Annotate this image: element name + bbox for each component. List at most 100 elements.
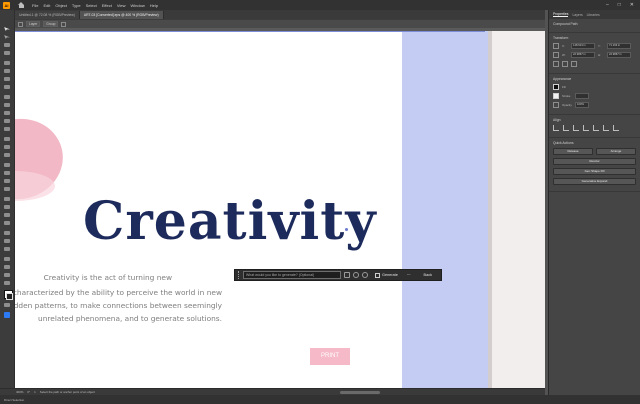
lavender-panel-artwork[interactable]: [402, 31, 488, 388]
shaper-tool-icon[interactable]: [3, 136, 11, 142]
w-field[interactable]: 22.9867 in: [571, 52, 595, 58]
more-options-icon[interactable]: ···: [407, 272, 411, 278]
reference-point-icon[interactable]: [553, 43, 559, 49]
menu-effect[interactable]: Effect: [102, 3, 112, 8]
align-bottom-icon[interactable]: [603, 125, 609, 131]
menu-edit[interactable]: Edit: [43, 3, 50, 8]
width-tool-icon[interactable]: [3, 178, 11, 184]
align-left-icon[interactable]: [553, 125, 559, 131]
graph-tool-icon[interactable]: [3, 264, 11, 270]
curvature-tool-icon[interactable]: [3, 102, 11, 108]
minimize-icon[interactable]: –: [606, 2, 609, 8]
symbol-sprayer-icon[interactable]: [3, 256, 11, 262]
generate-prompt-input[interactable]: What would you like to generate? (Option…: [243, 271, 341, 279]
polygon-tool-icon[interactable]: [3, 84, 11, 90]
next-artboard[interactable]: [488, 31, 545, 388]
blob-brush-icon[interactable]: [3, 126, 11, 132]
perspective-grid-icon[interactable]: [3, 212, 11, 218]
stroke-weight-field[interactable]: [575, 93, 589, 99]
x-field[interactable]: 148.913 in: [571, 43, 595, 49]
rotate-tool-icon[interactable]: [3, 162, 11, 168]
artboard-number[interactable]: 1: [34, 390, 36, 394]
scale-tool-icon[interactable]: [3, 170, 11, 176]
sample-prompts-icon[interactable]: [353, 272, 359, 278]
menu-type[interactable]: Type: [72, 3, 81, 8]
flip-horizontal-icon[interactable]: [562, 61, 568, 67]
rotation-angle[interactable]: 0°: [27, 390, 30, 394]
eraser-tool-icon[interactable]: [3, 144, 11, 150]
tab-libraries[interactable]: Libraries: [587, 13, 600, 17]
release-button[interactable]: Release: [553, 148, 593, 155]
opacity-field[interactable]: 100%: [575, 102, 589, 108]
home-icon[interactable]: [18, 1, 25, 9]
align-hcenter-icon[interactable]: [563, 125, 569, 131]
anchor-point[interactable]: [345, 228, 348, 231]
free-transform-icon[interactable]: [3, 186, 11, 192]
constrain-icon[interactable]: [553, 52, 559, 58]
direct-selection-tool-icon[interactable]: [3, 34, 11, 40]
edit-toolbar-icon[interactable]: [3, 312, 11, 318]
hand-tool-icon[interactable]: [3, 280, 11, 286]
print-button-artwork[interactable]: PRINT: [310, 348, 350, 365]
style-reference-icon[interactable]: [344, 272, 350, 278]
maximize-icon[interactable]: □: [618, 2, 621, 8]
align-top-icon[interactable]: [583, 125, 589, 131]
arrange-button[interactable]: Arrange: [596, 148, 636, 155]
tab-properties[interactable]: Properties: [553, 12, 569, 17]
body-text-line-4[interactable]: unrelated phenomena, and to generate sol…: [38, 314, 222, 323]
settings-icon[interactable]: [362, 272, 368, 278]
artboard-tool-icon[interactable]: [3, 60, 11, 66]
menu-select[interactable]: Select: [86, 3, 97, 8]
opacity-label[interactable]: Opacity: [562, 103, 572, 107]
stroke-label[interactable]: Stroke: [562, 94, 572, 98]
scissors-tool-icon[interactable]: [3, 152, 11, 158]
selection-tool-icon[interactable]: [3, 26, 11, 32]
body-text-line-2[interactable]: Creativity is characterized by the abili…: [15, 288, 222, 297]
back-button[interactable]: Back: [424, 273, 432, 277]
menu-object[interactable]: Object: [55, 3, 67, 8]
zoom-level[interactable]: 400%: [16, 390, 23, 394]
tab-layers[interactable]: Layers: [572, 13, 582, 17]
menu-view[interactable]: View: [117, 3, 126, 8]
document-canvas[interactable]: Creativity Creativity is the act of turn…: [15, 28, 545, 388]
drag-handle-icon[interactable]: [238, 271, 240, 279]
rotate-icon[interactable]: [553, 61, 559, 67]
y-field[interactable]: 71.163 in: [607, 43, 631, 49]
align-right-icon[interactable]: [573, 125, 579, 131]
gen-shape-fill-button[interactable]: Gen Shape Fill: [553, 168, 636, 175]
magic-wand-icon[interactable]: [3, 42, 11, 48]
menu-window[interactable]: Window: [130, 3, 144, 8]
rectangle-tool-icon[interactable]: [3, 68, 11, 74]
crumb-group[interactable]: Group: [43, 21, 59, 27]
body-text-line-1[interactable]: Creativity is the act of turning new: [44, 273, 172, 282]
tab-art-03[interactable]: ART-03 [Converted].eps @ 400 % (RGB/Prev…: [79, 11, 164, 19]
horizontal-scrollbar[interactable]: [340, 391, 380, 394]
align-more-icon[interactable]: [613, 125, 619, 131]
slice-tool-icon[interactable]: [3, 272, 11, 278]
gradient-tool-icon[interactable]: [3, 230, 11, 236]
fill-stroke-swatch[interactable]: [3, 290, 13, 300]
lasso-icon[interactable]: [3, 50, 11, 56]
pen-tool-icon[interactable]: [3, 94, 11, 100]
creativity-headline[interactable]: Creativity: [83, 196, 377, 248]
eyedropper-tool-icon[interactable]: [3, 238, 11, 244]
crumb-layer[interactable]: Layer: [26, 21, 41, 27]
live-paint-icon[interactable]: [3, 204, 11, 210]
shape-builder-icon[interactable]: [3, 196, 11, 202]
menu-help[interactable]: Help: [150, 3, 158, 8]
paintbrush-tool-icon[interactable]: [3, 118, 11, 124]
align-vcenter-icon[interactable]: [593, 125, 599, 131]
flip-vertical-icon[interactable]: [571, 61, 577, 67]
ellipse-tool-icon[interactable]: [3, 76, 11, 82]
menu-file[interactable]: File: [32, 3, 38, 8]
pencil-tool-icon[interactable]: [3, 110, 11, 116]
blend-tool-icon[interactable]: [3, 246, 11, 252]
recolor-button[interactable]: Recolor: [553, 158, 636, 165]
close-icon[interactable]: ✕: [630, 2, 634, 8]
generative-expand-button[interactable]: Generative Expand: [553, 178, 636, 185]
artboard[interactable]: Creativity Creativity is the act of turn…: [15, 31, 417, 388]
back-arrow-icon[interactable]: [18, 21, 23, 27]
isolation-icon[interactable]: [61, 21, 67, 27]
mesh-tool-icon[interactable]: [3, 220, 11, 226]
generate-button[interactable]: Generate: [375, 272, 398, 278]
